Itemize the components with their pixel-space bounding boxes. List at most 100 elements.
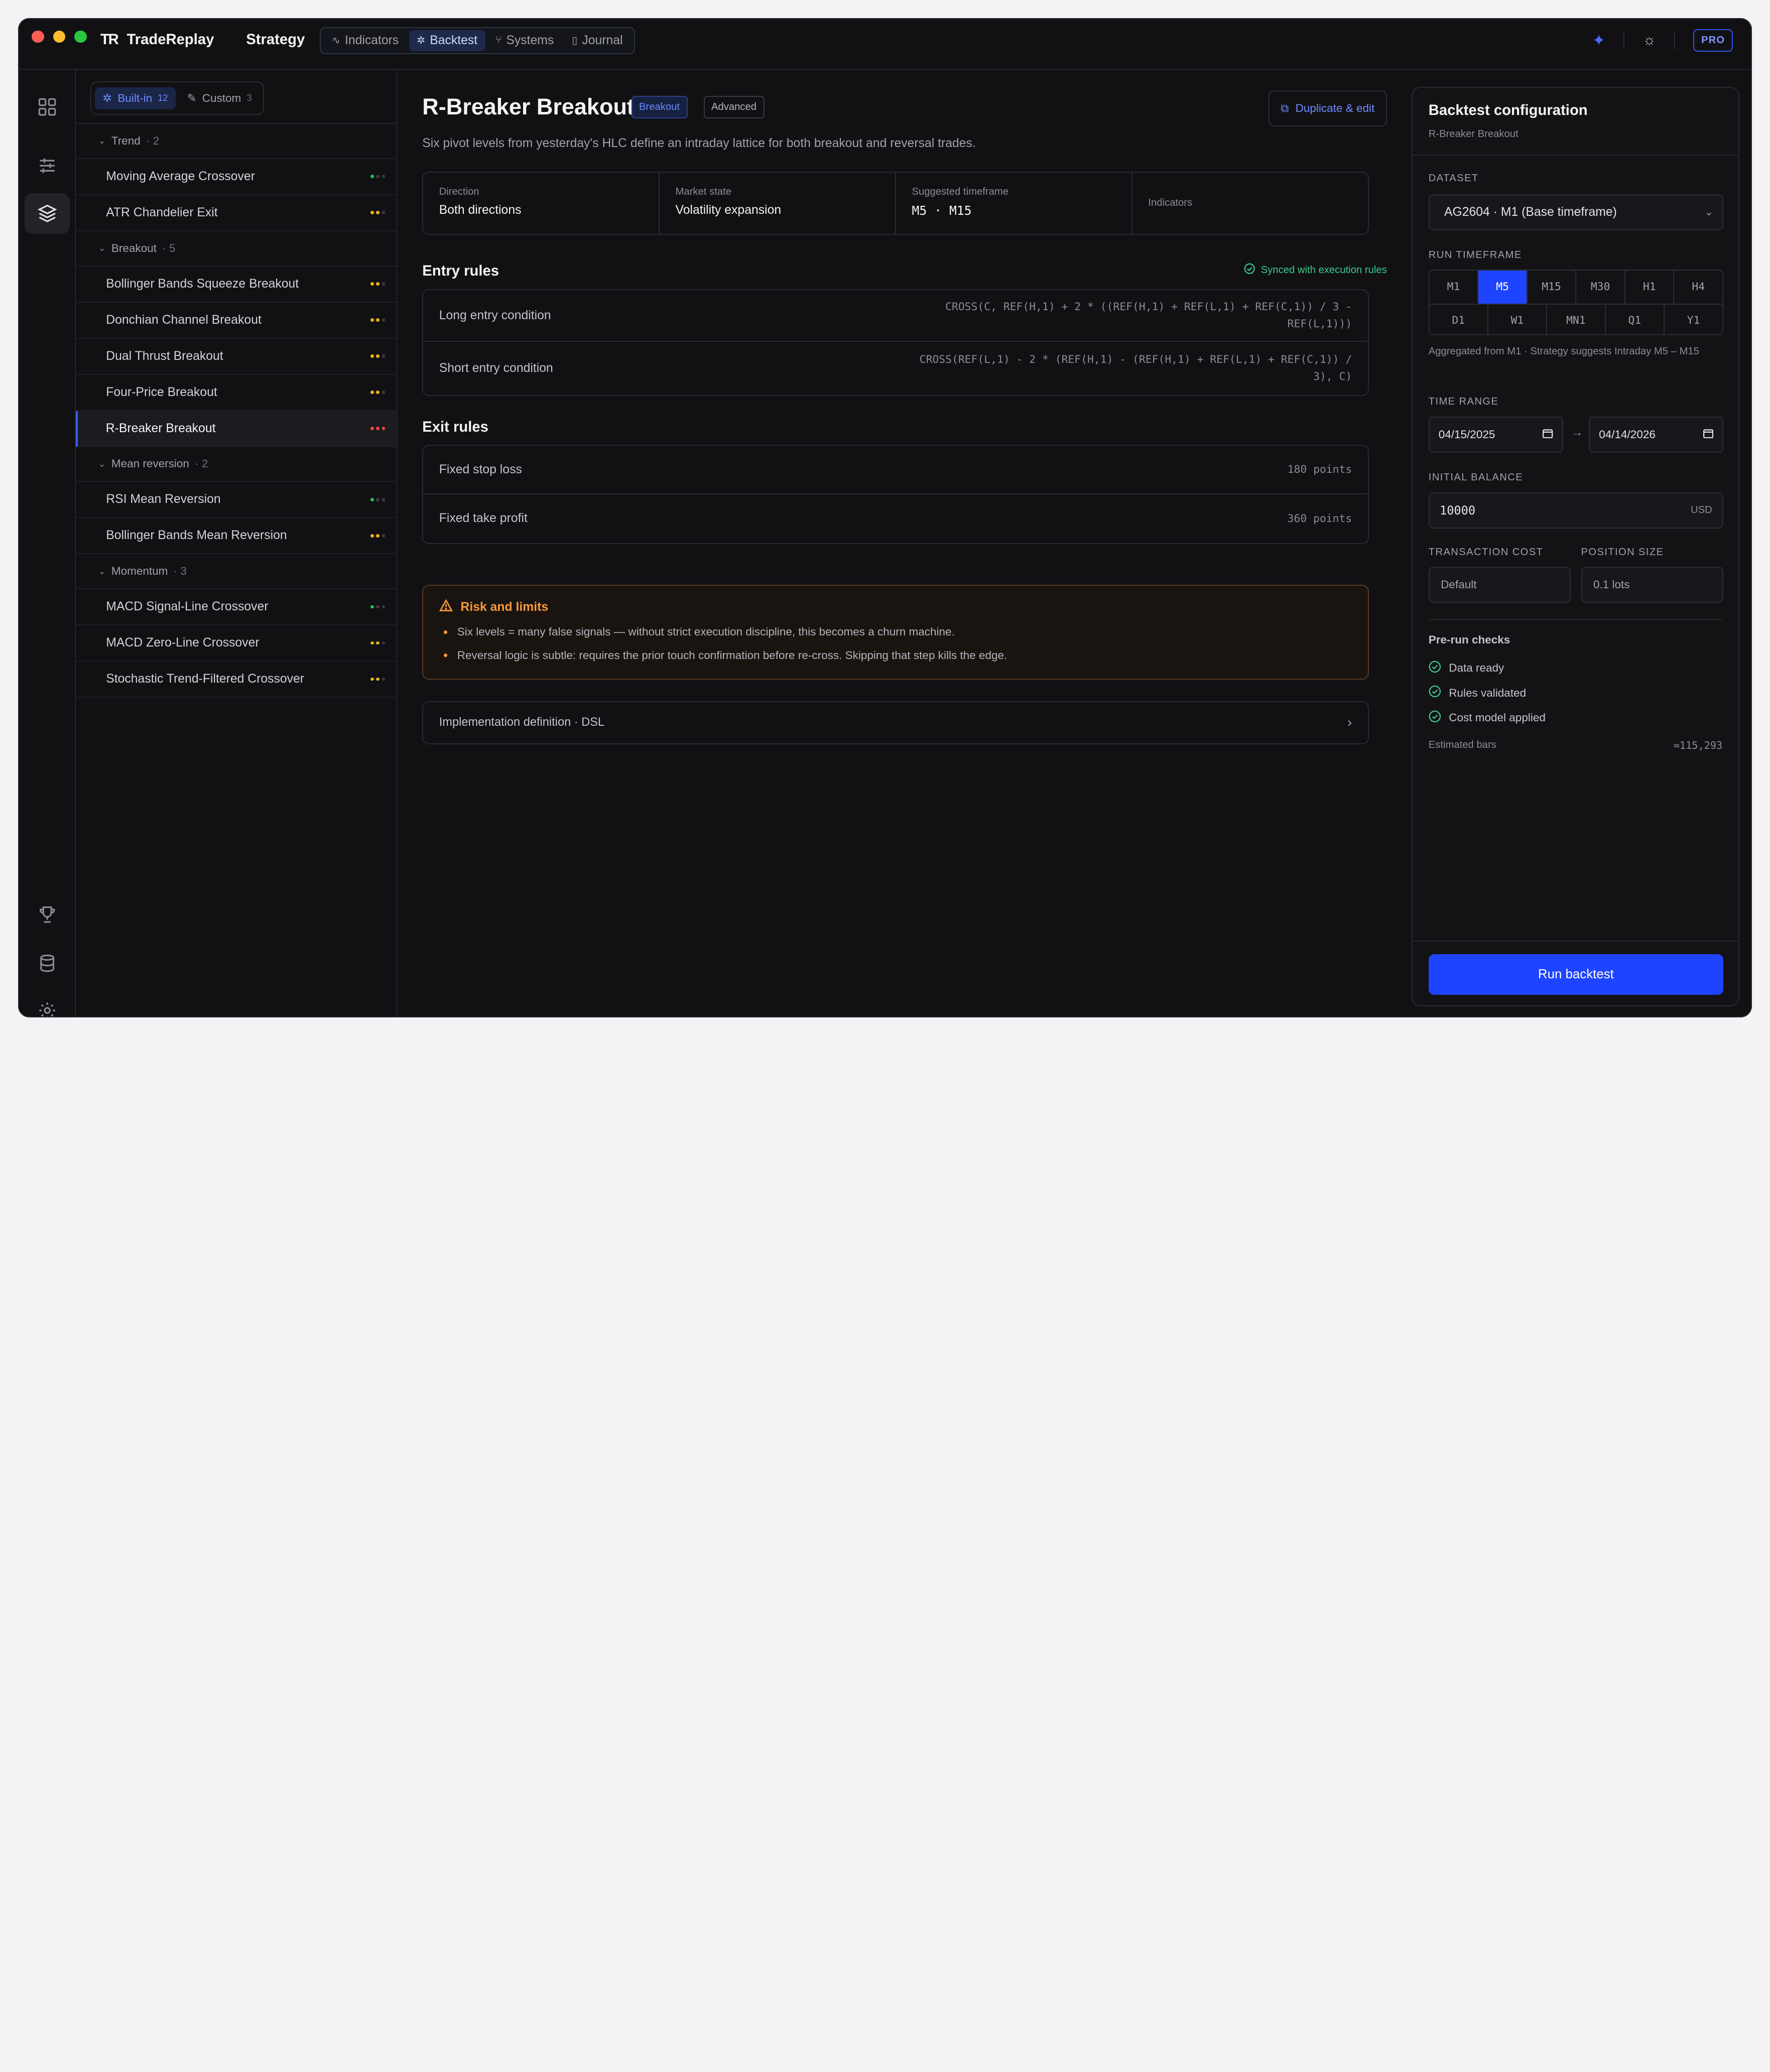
difficulty-dots [370,427,386,430]
timeframe-option-m1[interactable]: M1 [1430,271,1479,304]
settings-gear-icon[interactable] [25,990,70,1017]
duplicate-edit-button[interactable]: ⧉ Duplicate & edit [1268,90,1387,126]
timeframe-option-m30[interactable]: M30 [1576,271,1625,304]
difficulty-dot [376,391,380,394]
timeframe-option-h4[interactable]: H4 [1674,271,1722,303]
dashboard-grid-icon[interactable] [25,87,70,127]
database-icon[interactable] [25,943,70,984]
strategy-list-item[interactable]: Four-Price Breakout [75,375,397,411]
strategy-list-item[interactable]: Bollinger Bands Squeeze Breakout [75,267,397,303]
initial-balance-input[interactable]: 10000 USD [1428,492,1723,529]
check-label: Data ready [1449,662,1504,675]
maximize-window-button[interactable] [74,30,87,43]
synced-status: Synced with execution rules [1244,263,1387,278]
check-cost-model: Cost model applied [1429,710,1546,726]
library-segmented-control: ✲ Built-in 12 ✎ Custom 3 [90,81,265,115]
strategy-list-item[interactable]: MACD Zero-Line Crossover [75,625,397,662]
difficulty-dots [370,175,386,178]
config-subtitle: R-Breaker Breakout [1428,128,1519,140]
date-to-input[interactable]: 04/14/2026 [1589,416,1723,453]
strategy-sidebar: ✲ Built-in 12 ✎ Custom 3 ⌄ Trend · 2 Moving… [75,70,398,1017]
strategy-item-label: MACD Signal-Line Crossover [106,600,269,613]
difficulty-dot [370,282,374,286]
tab-indicators[interactable]: ∿ Indicators [324,30,407,51]
difficulty-dots [370,211,386,214]
theme-toggle-sun-icon[interactable]: ☼ [1642,32,1656,49]
rule-row: Short entry condition CROSS(REF(L,1) - 2… [423,342,1368,395]
strategy-list-item[interactable]: Stochastic Trend-Filtered Crossover [75,662,397,698]
strategy-list-item[interactable]: Moving Average Crossover [75,159,397,195]
check-circle-icon [1429,685,1441,701]
segment-count: 12 [158,93,168,103]
date-from-input[interactable]: 04/15/2025 [1428,416,1563,453]
group-count: · 2 [195,457,208,470]
tab-journal[interactable]: ▯ Journal [564,30,630,51]
minimize-window-button[interactable] [53,30,66,43]
calendar-icon [1703,428,1713,441]
difficulty-dot [382,497,386,501]
strategy-tree: ⌄ Trend · 2 Moving Average Crossover ATR Cha… [75,123,397,698]
timeframe-option-m15[interactable]: M15 [1528,271,1577,304]
timeframe-option-m5[interactable]: M5 [1478,271,1528,304]
timeframe-option-w1[interactable]: W1 [1488,304,1547,334]
timeframe-option-y1[interactable]: Y1 [1665,305,1722,334]
group-header[interactable]: ⌄ Trend · 2 [75,124,397,159]
transaction-cost-input[interactable]: Default [1428,567,1571,603]
rule-row: Long entry condition CROSS(C, REF(H,1) +… [423,290,1368,342]
strategy-list-item[interactable]: RSI Mean Reversion [75,482,397,519]
timeframe-option-q1[interactable]: Q1 [1606,304,1665,334]
tab-backtest[interactable]: ✲ Backtest [409,30,485,51]
risk-title: Risk and limits [439,599,1352,615]
book-icon: ▯ [572,35,578,47]
strategy-title: R-Breaker Breakout [422,93,635,119]
trophy-icon[interactable] [25,894,70,935]
segment-built-in[interactable]: ✲ Built-in 12 [94,87,176,109]
divider [1623,31,1625,50]
strategy-list-item[interactable]: Donchian Channel Breakout [75,303,397,339]
difficulty-dot [376,211,380,214]
timeframe-option-h1[interactable]: H1 [1625,271,1675,304]
group-count: · 5 [162,241,176,254]
strategy-list-item[interactable]: Bollinger Bands Mean Reversion [75,518,397,555]
strategy-list-item[interactable]: Dual Thrust Breakout [75,339,397,375]
group-name: Mean reversion [111,457,189,470]
difficulty-dots [370,534,386,538]
close-window-button[interactable] [31,30,44,43]
chevron-down-icon: ⌄ [98,458,106,469]
calendar-icon [1543,428,1553,441]
icon-rail [19,70,76,1017]
layers-icon[interactable] [25,193,70,234]
fact-value: M5 · M15 [912,203,972,218]
timeframe-option-d1[interactable]: D1 [1430,304,1488,334]
strategy-list-item[interactable]: ATR Chandelier Exit [75,195,397,231]
group-header[interactable]: ⌄ Momentum · 3 [75,554,397,589]
tab-systems[interactable]: ⑂ Systems [487,30,562,51]
difficulty-dot [370,605,374,609]
rule-label: Fixed stop loss [439,462,522,476]
difficulty-dot [382,318,386,322]
difficulty-dots [370,391,386,394]
difficulty-dot [370,391,374,394]
pro-badge[interactable]: PRO [1693,29,1733,52]
sliders-icon[interactable] [25,146,70,186]
difficulty-dot [376,318,380,322]
difficulty-dot [370,211,374,214]
difficulty-dots [370,497,386,501]
fact-suggested-timeframe: Suggested timeframe M5 · M15 [896,172,1132,234]
ai-sparkle-icon[interactable]: ✦ [1592,31,1605,50]
implementation-dsl-row[interactable]: Implementation definition · DSL › [422,701,1369,744]
check-label: Rules validated [1449,686,1527,699]
strategy-list-item[interactable]: MACD Signal-Line Crossover [75,589,397,625]
strategy-list-item[interactable]: R-Breaker Breakout [75,411,397,447]
group-header[interactable]: ⌄ Breakout · 5 [75,231,397,267]
brand[interactable]: TR TradeReplay [100,32,214,48]
dataset-select[interactable]: AG2604 · M1 (Base timeframe) ⌄ [1428,194,1723,230]
segment-label: Built-in [117,91,153,104]
strategy-item-label: Donchian Channel Breakout [106,313,262,327]
timeframe-option-mn1[interactable]: MN1 [1547,304,1606,334]
group-header[interactable]: ⌄ Mean reversion · 2 [75,447,397,482]
run-backtest-button[interactable]: Run backtest [1428,954,1723,995]
estimated-label: Estimated bars [1428,739,1496,751]
position-size-input[interactable]: 0.1 lots [1581,567,1723,603]
segment-custom[interactable]: ✎ Custom 3 [179,87,260,109]
